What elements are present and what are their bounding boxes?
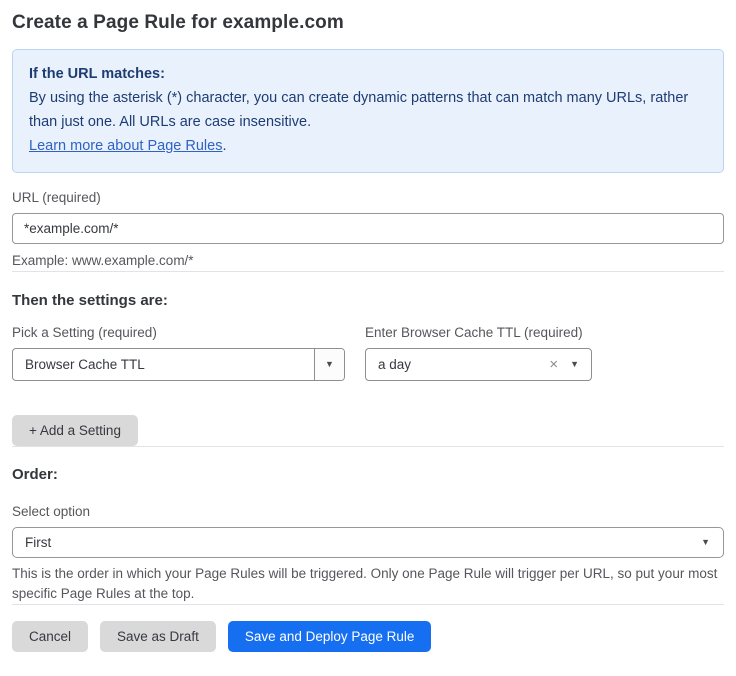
pick-setting-field: Pick a Setting (required) Browser Cache … [12, 325, 345, 381]
pick-setting-label: Pick a Setting (required) [12, 325, 345, 340]
pick-setting-value: Browser Cache TTL [13, 357, 314, 372]
order-heading: Order: [12, 466, 724, 483]
select-arrow-segment[interactable]: ▼ [314, 349, 344, 380]
url-section: URL (required) Example: www.example.com/… [12, 190, 724, 271]
info-box-body: By using the asterisk (*) character, you… [29, 86, 707, 134]
save-deploy-button[interactable]: Save and Deploy Page Rule [228, 621, 432, 652]
divider [12, 446, 724, 447]
clear-icon[interactable]: × [549, 357, 558, 372]
footer-buttons: Cancel Save as Draft Save and Deploy Pag… [12, 621, 724, 652]
divider [12, 604, 724, 605]
add-setting-button[interactable]: + Add a Setting [12, 415, 138, 446]
pick-setting-select[interactable]: Browser Cache TTL ▼ [12, 348, 345, 381]
order-select-label: Select option [12, 504, 724, 519]
link-suffix: . [222, 138, 226, 154]
url-input[interactable] [12, 213, 724, 244]
url-example-helper: Example: www.example.com/* [12, 251, 724, 271]
order-select-icons: ▼ [701, 538, 723, 547]
ttl-label: Enter Browser Cache TTL (required) [365, 325, 592, 340]
cancel-button[interactable]: Cancel [12, 621, 88, 652]
settings-row: Pick a Setting (required) Browser Cache … [12, 325, 724, 381]
settings-heading: Then the settings are: [12, 292, 724, 309]
info-box-link-line: Learn more about Page Rules. [29, 134, 707, 158]
ttl-field: Enter Browser Cache TTL (required) a day… [365, 325, 592, 381]
url-label: URL (required) [12, 190, 724, 205]
divider [12, 271, 724, 272]
info-box-heading: If the URL matches: [29, 62, 707, 86]
url-match-info-box: If the URL matches: By using the asteris… [12, 49, 724, 173]
caret-down-icon[interactable]: ▼ [570, 360, 579, 369]
ttl-combobox[interactable]: a day × ▼ [365, 348, 592, 381]
ttl-value: a day [366, 357, 549, 372]
order-helper-text: This is the order in which your Page Rul… [12, 564, 724, 604]
page-title: Create a Page Rule for example.com [12, 12, 724, 34]
caret-down-icon: ▼ [325, 360, 334, 369]
ttl-combobox-icons: × ▼ [549, 357, 591, 372]
order-select[interactable]: First ▼ [12, 527, 724, 558]
learn-more-link[interactable]: Learn more about Page Rules [29, 138, 222, 154]
save-draft-button[interactable]: Save as Draft [100, 621, 216, 652]
caret-down-icon: ▼ [701, 538, 710, 547]
order-select-value: First [13, 535, 701, 550]
